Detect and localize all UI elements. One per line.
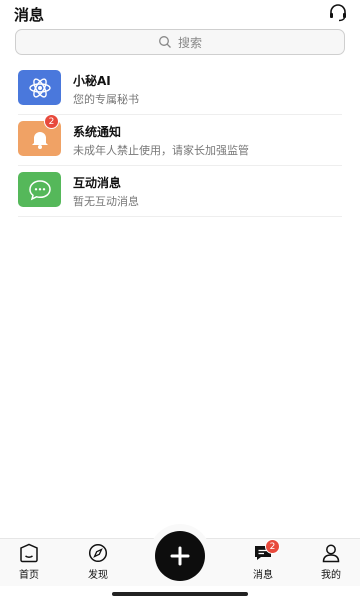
ai-avatar	[18, 70, 61, 105]
nav-item-messages[interactable]: 消息 2	[243, 539, 283, 581]
bell-icon	[31, 131, 48, 149]
nav-label: 消息	[253, 570, 273, 581]
create-button[interactable]	[155, 531, 205, 581]
message-badge: 2	[265, 539, 280, 554]
home-indicator	[112, 592, 248, 596]
search-input[interactable]: 搜索	[15, 29, 345, 55]
message-item-ai[interactable]: 小秘AI 您的专属秘书	[18, 64, 342, 115]
message-title: 系统通知	[73, 125, 122, 139]
message-subtitle: 暂无互动消息	[73, 195, 139, 208]
message-item-system[interactable]: 2 系统通知 未成年人禁止使用，请家长加强监管	[18, 114, 342, 166]
message-item-interaction[interactable]: 互动消息 暂无互动消息	[18, 166, 342, 217]
compass-icon	[88, 543, 108, 563]
nav-label: 发现	[88, 570, 108, 581]
message-title: 互动消息	[73, 176, 122, 190]
nav-item-profile[interactable]: 我的	[311, 543, 351, 581]
message-subtitle: 未成年人禁止使用，请家长加强监管	[73, 144, 249, 157]
interaction-avatar	[18, 172, 61, 207]
plus-icon	[170, 546, 190, 566]
message-subtitle: 您的专属秘书	[73, 93, 139, 106]
header: 消息	[0, 0, 360, 26]
search-placeholder: 搜索	[177, 35, 202, 50]
profile-icon	[322, 544, 340, 563]
headset-icon[interactable]	[328, 4, 348, 22]
nav-item-home[interactable]: 首页	[9, 543, 49, 581]
message-title: 小秘AI	[73, 74, 111, 88]
chat-bubble-icon	[28, 179, 51, 200]
home-icon	[20, 543, 38, 563]
notification-badge: 2	[44, 114, 59, 129]
atom-icon	[28, 77, 51, 98]
nav-label: 首页	[19, 570, 39, 581]
search-icon	[159, 36, 171, 48]
message-list: 小秘AI 您的专属秘书 2 系统通知 未成年人禁止使用，请家长加强监管 互动消息…	[0, 64, 360, 217]
nav-item-discover[interactable]: 发现	[78, 543, 118, 581]
page-title: 消息	[14, 6, 45, 24]
nav-label: 我的	[321, 570, 341, 581]
